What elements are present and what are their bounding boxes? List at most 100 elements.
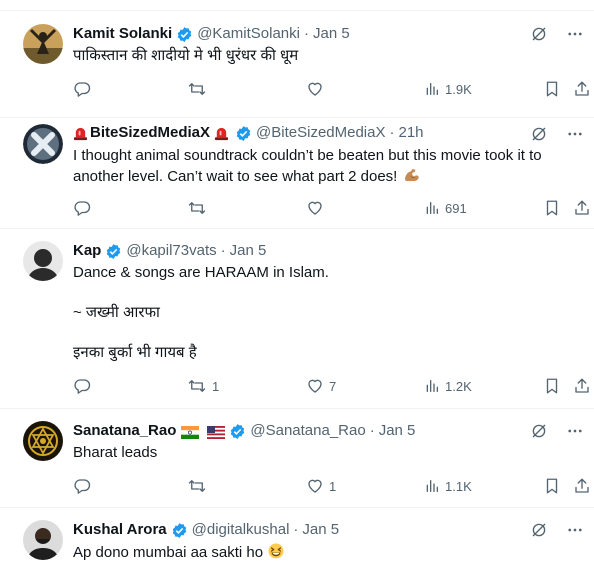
retweet-button[interactable]: 1 — [187, 376, 219, 396]
like-button[interactable]: 7 — [306, 376, 336, 396]
tweet-text: Ap dono mumbai aa sakti ho — [73, 542, 580, 563]
author-name[interactable]: Kap — [73, 241, 101, 261]
more-options-icon[interactable] — [566, 422, 584, 440]
tweet-text-line: Bharat leads — [73, 444, 158, 461]
tweet-text: Dance & songs are HARAAM in Islam. ~ जख्… — [73, 263, 580, 363]
share-button[interactable] — [573, 79, 591, 99]
like-button[interactable]: 1 — [306, 476, 336, 496]
reply-timeline: Kamit Solanki @KamitSolanki · Jan 5 पाकि… — [0, 0, 594, 572]
grok-icon[interactable] — [530, 422, 548, 440]
bookmark-button[interactable] — [543, 79, 561, 99]
tweet-header-actions — [530, 24, 584, 44]
bookmark-button[interactable] — [543, 198, 561, 218]
timestamp[interactable]: Jan 5 — [313, 24, 350, 44]
grok-icon[interactable] — [530, 25, 548, 43]
avatar[interactable] — [23, 421, 63, 461]
like-count: 1 — [329, 478, 337, 494]
tweet[interactable]: Sanatana_Rao @Sanatana_Rao · Jan 5 Bhara… — [0, 409, 594, 508]
grinning-squinting-face-emoji-icon — [267, 542, 285, 560]
like-count: 7 — [329, 378, 337, 394]
author-handle[interactable]: @kapil73vats — [126, 241, 216, 261]
grok-icon[interactable] — [530, 521, 548, 539]
tweet-header-actions — [530, 520, 584, 540]
tweet[interactable]: Kamit Solanki @KamitSolanki · Jan 5 पाकि… — [0, 11, 594, 118]
tweet-header-actions — [530, 421, 584, 441]
tweet-header: Kap @kapil73vats · Jan 5 — [73, 241, 524, 261]
tweet[interactable]: BiteSizedMediaX @BiteSizedMediaX · 21h I… — [0, 118, 594, 229]
siren-emoji-icon — [73, 126, 88, 141]
tweet-text-line: Ap dono mumbai aa sakti ho — [73, 544, 264, 561]
retweet-button[interactable] — [187, 79, 212, 99]
verified-badge-icon — [171, 522, 188, 539]
views-button[interactable]: 691 — [424, 198, 467, 218]
views-button[interactable]: 1.1K — [424, 476, 472, 496]
timestamp[interactable]: Jan 5 — [379, 421, 416, 441]
tweet[interactable]: Kushal Arora @digitalkushal · Jan 5 Ap d… — [0, 508, 594, 572]
tweet-actions: 691 — [73, 198, 589, 218]
author-name[interactable]: Kamit Solanki — [73, 24, 172, 44]
bookmark-button[interactable] — [543, 376, 561, 396]
tweet-actions: 1.9K — [73, 79, 589, 99]
view-count: 1.1K — [445, 478, 472, 494]
tweet-actions: 1 1.1K — [73, 476, 589, 496]
share-button[interactable] — [573, 376, 591, 396]
tweet-text-line: I thought animal soundtrack couldn’t be … — [73, 147, 542, 164]
reply-button[interactable] — [73, 376, 96, 396]
tweet-text-line: इनका बुर्का भी गायब है — [73, 344, 197, 361]
like-button[interactable] — [306, 79, 329, 99]
tweet-header: Kamit Solanki @KamitSolanki · Jan 5 — [73, 24, 524, 44]
share-button[interactable] — [573, 198, 591, 218]
view-count: 1.9K — [445, 81, 472, 97]
avatar[interactable] — [23, 520, 63, 560]
more-options-icon[interactable] — [566, 25, 584, 43]
author-handle[interactable]: @Sanatana_Rao — [250, 421, 365, 441]
view-count: 1.2K — [445, 378, 472, 394]
timestamp[interactable]: 21h — [399, 123, 424, 143]
verified-badge-icon — [105, 243, 122, 260]
separator-dot: · — [369, 422, 375, 439]
tweet-text: Bharat leads — [73, 443, 580, 463]
views-button[interactable]: 1.2K — [424, 376, 472, 396]
retweet-count: 1 — [212, 378, 220, 394]
timestamp[interactable]: Jan 5 — [230, 241, 267, 261]
separator-dot: · — [303, 25, 309, 42]
flexed-biceps-emoji-icon — [402, 166, 420, 184]
tweet[interactable]: Kap @kapil73vats · Jan 5 Dance & songs a… — [0, 229, 594, 409]
more-options-icon[interactable] — [566, 521, 584, 539]
author-handle[interactable]: @KamitSolanki — [197, 24, 300, 44]
tweet-text-line: ~ जख्मी आरफा — [73, 304, 160, 321]
bookmark-button[interactable] — [543, 476, 561, 496]
avatar[interactable] — [23, 24, 63, 64]
retweet-button[interactable] — [187, 476, 212, 496]
usa-flag-icon — [207, 425, 226, 439]
timestamp[interactable]: Jan 5 — [302, 520, 339, 540]
india-flag-icon — [181, 425, 200, 439]
like-button[interactable] — [306, 198, 329, 218]
reply-button[interactable] — [73, 476, 96, 496]
reply-button[interactable] — [73, 79, 96, 99]
avatar[interactable] — [23, 241, 63, 281]
share-button[interactable] — [573, 476, 591, 496]
grok-icon[interactable] — [530, 125, 548, 143]
separator-dot: · — [293, 521, 299, 538]
verified-badge-icon — [235, 125, 252, 142]
tweet-text: I thought animal soundtrack couldn’t be … — [73, 146, 580, 187]
tweet-header-actions — [530, 124, 584, 144]
reply-button[interactable] — [73, 198, 96, 218]
tweet-text-line: another level. Can’t wait to see what pa… — [73, 168, 398, 185]
author-name[interactable]: Kushal Arora — [73, 520, 167, 540]
tweet-text: पाकिस्तान की शादीयो मे भी धुरंधर की धूम — [73, 46, 580, 66]
tweet-header: Kushal Arora @digitalkushal · Jan 5 — [73, 520, 524, 540]
retweet-button[interactable] — [187, 198, 212, 218]
siren-emoji-icon — [214, 126, 229, 141]
author-name[interactable]: BiteSizedMediaX — [90, 123, 210, 143]
views-button[interactable]: 1.9K — [424, 79, 472, 99]
avatar[interactable] — [23, 124, 63, 164]
more-options-icon[interactable] — [566, 125, 584, 143]
verified-badge-icon — [176, 26, 193, 43]
tweet-text-line: Dance & songs are HARAAM in Islam. — [73, 264, 329, 281]
author-name[interactable]: Sanatana_Rao — [73, 421, 176, 441]
author-handle[interactable]: @BiteSizedMediaX — [256, 123, 385, 143]
tweet-text-line: पाकिस्तान की शादीयो मे भी धुरंधर की धूम — [73, 47, 299, 64]
author-handle[interactable]: @digitalkushal — [192, 520, 290, 540]
